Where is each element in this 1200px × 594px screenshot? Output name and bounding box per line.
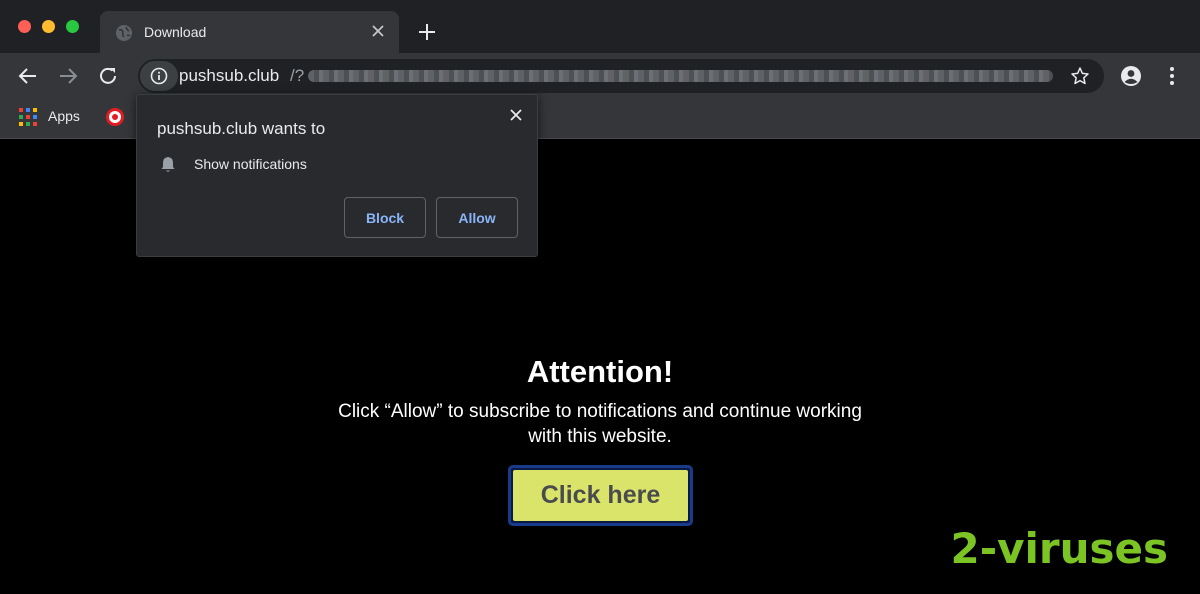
browser-toolbar: pushsub.club /?: [0, 53, 1200, 99]
new-tab-button[interactable]: [416, 21, 438, 43]
watermark-logo: 2-viruses: [950, 524, 1168, 573]
permission-label: Show notifications: [194, 156, 307, 172]
tab-title: Download: [144, 24, 207, 40]
bell-icon: [161, 157, 175, 172]
click-here-label: Click here: [513, 470, 688, 521]
url-query-redacted: [308, 70, 1053, 82]
site-info-button[interactable]: [140, 61, 178, 91]
page-heading: Attention!: [526, 354, 674, 389]
tab-strip: Download: [0, 0, 1200, 53]
popup-title: pushsub.club wants to: [157, 119, 326, 138]
star-icon[interactable]: [1070, 66, 1090, 86]
forward-button[interactable]: [57, 65, 79, 87]
maximize-window-button[interactable]: [66, 20, 79, 33]
bookmark-apps[interactable]: Apps: [48, 108, 80, 124]
close-window-button[interactable]: [18, 20, 31, 33]
click-here-button[interactable]: Click here: [508, 465, 693, 526]
tab-download[interactable]: Download: [100, 11, 399, 53]
notification-permission-popup: pushsub.club wants to Show notifications…: [136, 94, 538, 257]
page-message: Click “Allow” to subscribe to notificati…: [338, 401, 862, 447]
profile-icon[interactable]: [1120, 65, 1142, 87]
url-host: pushsub.club: [179, 66, 280, 85]
close-icon[interactable]: [507, 106, 525, 124]
info-icon: [150, 67, 168, 85]
globe-icon: [116, 25, 132, 41]
address-bar[interactable]: pushsub.club /?: [138, 59, 1104, 93]
url-path: /?: [290, 66, 305, 85]
menu-icon[interactable]: [1162, 65, 1182, 87]
target-logo-icon[interactable]: [105, 107, 125, 127]
block-button[interactable]: Block: [344, 197, 426, 238]
reload-button[interactable]: [97, 65, 119, 87]
close-icon[interactable]: [369, 22, 387, 40]
allow-button[interactable]: Allow: [436, 197, 518, 238]
apps-grid-icon[interactable]: [19, 108, 37, 126]
back-button[interactable]: [17, 65, 39, 87]
minimize-window-button[interactable]: [42, 20, 55, 33]
